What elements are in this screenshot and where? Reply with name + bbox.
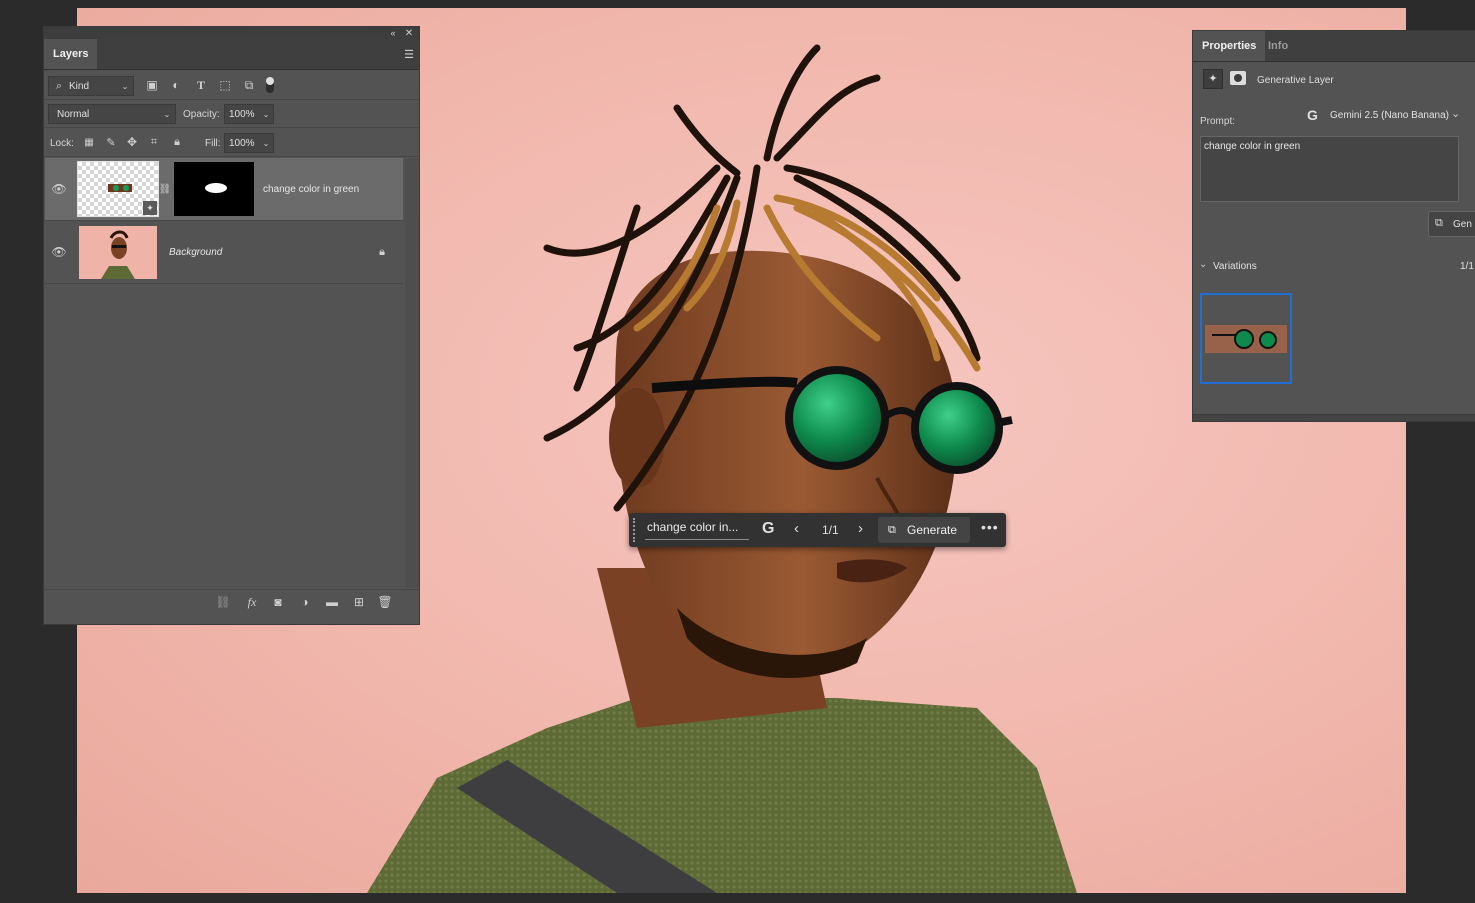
prompt-text: change color in green — [1204, 141, 1301, 152]
tab-info[interactable]: Info — [1259, 31, 1297, 61]
layers-panel: « ✕ Layers ☰ ⌕ Kind ⌄ ▣ ◐ T ⬚ ⧉ Normal ⌄… — [43, 26, 420, 625]
layer-type-label: Generative Layer — [1257, 75, 1334, 86]
chevron-down-icon[interactable]: ⌄ — [261, 108, 271, 120]
variation-thumbnail[interactable] — [1200, 293, 1292, 384]
opacity-label: Opacity: — [183, 109, 220, 120]
lock-all-icon[interactable]: 🔒︎ — [171, 136, 183, 148]
model-name: Gemini 2.5 (Nano Banana) — [1330, 110, 1449, 121]
filter-smartobject-icon[interactable]: ⧉ — [242, 78, 256, 92]
chevron-down-icon[interactable]: ⌄ — [261, 137, 271, 149]
link-icon[interactable]: ⛓ — [215, 595, 230, 609]
model-select[interactable]: G Gemini 2.5 (Nano Banana) ⌄ — [1307, 107, 1475, 125]
lock-row: Lock: ▦ ✎ ✥ ⌗ 🔒︎ Fill: 100% ⌄ — [44, 128, 419, 157]
more-options-icon[interactable]: ••• — [981, 519, 999, 535]
variations-label: Variations — [1213, 261, 1257, 272]
generate-label: Generate — [907, 523, 958, 537]
generative-badge-icon: ✦ — [143, 201, 157, 215]
prompt-underline — [645, 539, 749, 540]
generate-label: Gen — [1453, 219, 1472, 230]
mask-toggle-icon[interactable] — [1230, 71, 1246, 85]
opacity-value: 100% — [229, 109, 255, 120]
panel-title-bar[interactable]: « ✕ — [44, 27, 419, 39]
lock-icon: 🔒︎ — [379, 245, 385, 258]
variation-counter: 1/1 — [822, 523, 839, 537]
blend-row: Normal ⌄ Opacity: 100% ⌄ — [44, 100, 419, 128]
fill-value: 100% — [229, 138, 255, 149]
new-layer-icon[interactable]: ⊞ — [352, 595, 366, 609]
fx-icon[interactable]: fx — [244, 595, 260, 609]
properties-tabbar: Properties Info — [1193, 31, 1475, 62]
filter-adjustment-icon[interactable]: ◐ — [169, 78, 183, 92]
lock-artboard-icon[interactable]: ⌗ — [148, 136, 160, 148]
panel-menu-icon[interactable]: ☰ — [403, 48, 415, 61]
filter-shape-icon[interactable]: ⬚ — [218, 78, 232, 92]
next-icon[interactable]: › — [858, 520, 863, 537]
chain-link-icon[interactable]: ⛓ — [159, 182, 172, 196]
mask-icon[interactable]: ◙ — [271, 595, 285, 609]
variations-header[interactable]: ⌄ Variations 1/1 — [1193, 258, 1475, 276]
generate-button[interactable]: ⧉ Gen — [1428, 211, 1475, 237]
layers-scrollbar[interactable] — [405, 158, 419, 588]
chevron-down-icon: ⌄ — [1451, 108, 1461, 120]
filter-image-icon[interactable]: ▣ — [145, 78, 159, 92]
tab-layers[interactable]: Layers — [44, 39, 98, 69]
filter-type-icon[interactable]: T — [194, 78, 208, 92]
variations-count: 1/1 — [1460, 261, 1474, 272]
lock-label: Lock: — [50, 138, 74, 149]
layer-name[interactable]: change color in green — [263, 184, 359, 195]
chevron-down-icon: ⌄ — [1199, 259, 1208, 270]
filter-kind-select[interactable]: ⌕ Kind ⌄ — [48, 76, 134, 96]
layers-footer: ⛓ fx ◙ ◑ ▬ ⊞ 🗑︎ — [44, 589, 419, 614]
properties-panel: Properties Info ✦ Generative Layer Promp… — [1192, 30, 1475, 422]
layer-type-row: ✦ Generative Layer — [1193, 65, 1475, 95]
background-thumbnail — [79, 226, 157, 279]
filter-kind-value: Kind — [69, 81, 90, 92]
filter-row: ⌕ Kind ⌄ ▣ ◐ T ⬚ ⧉ — [44, 71, 419, 100]
drag-handle[interactable] — [633, 518, 639, 542]
fill-label: Fill: — [205, 138, 221, 149]
folder-icon[interactable]: ▬ — [325, 595, 339, 609]
prompt-label: Prompt: — [1200, 116, 1236, 127]
generative-layer-icon[interactable]: ✦ — [1203, 69, 1223, 89]
layer-mask-thumbnail[interactable] — [174, 162, 254, 216]
adjustment-icon[interactable]: ◑ — [298, 595, 312, 609]
close-icon[interactable]: ✕ — [403, 27, 415, 39]
blend-mode-value: Normal — [57, 109, 90, 120]
layer-name[interactable]: Background — [169, 247, 222, 258]
taskbar-prompt[interactable]: change color in... — [647, 520, 738, 534]
lock-move-icon[interactable]: ✥ — [126, 135, 138, 149]
generate-icon: ⧉ — [888, 524, 896, 536]
layer-row-background[interactable]: 👁︎ Background 🔒︎ — [45, 221, 403, 284]
lock-transparent-icon[interactable]: ▦ — [83, 136, 95, 148]
chevron-down-icon: ⌄ — [163, 109, 171, 119]
trash-icon[interactable]: 🗑︎ — [377, 595, 392, 609]
layers-tabbar: Layers ☰ — [44, 39, 419, 70]
generate-icon: ⧉ — [1435, 217, 1443, 229]
blend-mode-select[interactable]: Normal ⌄ — [48, 104, 176, 124]
previous-icon[interactable]: ‹ — [794, 520, 799, 537]
layer-row-generative[interactable]: 👁︎ ✦ ⛓ change color in green — [45, 158, 403, 221]
opacity-field[interactable]: 100% ⌄ — [224, 104, 274, 124]
tab-properties[interactable]: Properties — [1193, 31, 1266, 61]
properties-resize-handle[interactable] — [1193, 414, 1475, 421]
collapse-icon[interactable]: « — [387, 27, 399, 39]
lock-paint-icon[interactable]: ✎ — [105, 136, 117, 149]
layer-thumbnail: ✦ — [77, 161, 159, 217]
google-g-icon[interactable]: G — [762, 520, 774, 538]
filter-toggle[interactable] — [266, 77, 274, 93]
google-g-icon: G — [1307, 107, 1318, 123]
chevron-down-icon: ⌄ — [121, 81, 129, 91]
fill-field[interactable]: 100% ⌄ — [224, 133, 274, 153]
search-icon: ⌕ — [55, 79, 63, 92]
contextual-taskbar: change color in... G ‹ 1/1 › ⧉ Generate … — [629, 513, 1006, 547]
visibility-eye-icon[interactable]: 👁︎ — [51, 245, 67, 259]
visibility-eye-icon[interactable]: 👁︎ — [51, 182, 67, 196]
prompt-textarea[interactable]: change color in green — [1200, 136, 1459, 202]
taskbar-generate-button[interactable]: ⧉ Generate — [878, 517, 970, 543]
